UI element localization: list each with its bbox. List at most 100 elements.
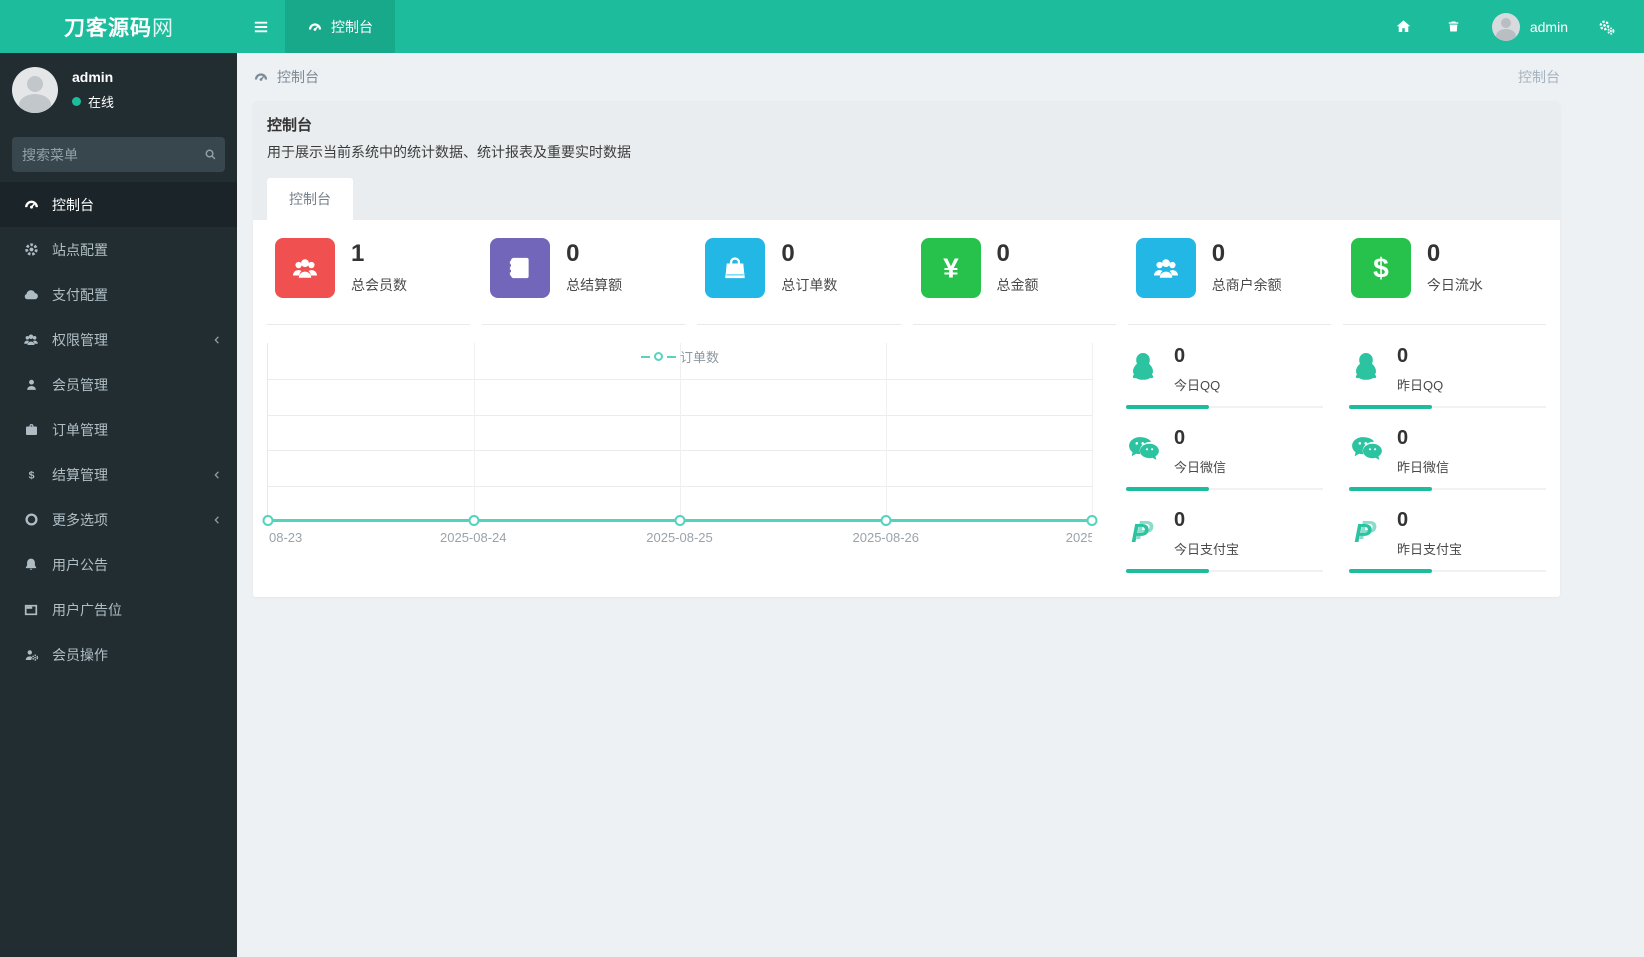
chart-x-axis-labels: 08-23 2025-08-24 2025-08-25 2025-08-26 2025-…	[267, 530, 1092, 552]
app-logo[interactable]: 刀客源码网	[0, 0, 237, 53]
sidebar-item[interactable]: 支付配置	[0, 272, 237, 317]
stat-label: 总商户余额	[1211, 277, 1282, 294]
stat-card: 0 总订单数	[697, 238, 901, 325]
sidebar-item-label: 用户广告位	[52, 601, 122, 618]
panel-header: 控制台 用于展示当前系统中的统计数据、统计报表及重要实时数据 控制台	[253, 101, 1560, 220]
legend-marker-icon	[653, 352, 663, 361]
sidebar: admin 在线 控制台 站点配置	[0, 53, 237, 957]
sidebar-item-label: 会员操作	[52, 646, 108, 663]
tab-dashboard[interactable]: 控制台	[267, 178, 353, 220]
ad-box-icon	[22, 602, 40, 618]
stat-label: 总结算额	[566, 277, 623, 294]
sidebar-item[interactable]: 订单管理	[0, 407, 237, 452]
x-axis-tick-label: 2025-08-24	[440, 530, 507, 545]
channel-stat-value: 0	[1397, 427, 1409, 449]
stat-value: 0	[1211, 239, 1226, 267]
search-input[interactable]	[22, 146, 203, 163]
channel-stats-grid: 0 今日QQ 0 昨日QQ 0 今日微信 0 昨日微信 P P 0 今日支付宝 …	[1126, 343, 1546, 573]
channel-stat-tile: PP 0 昨日支付宝	[1349, 507, 1546, 573]
online-status-dot	[72, 97, 81, 106]
channel-stat-tile: PP 0 今日支付宝	[1126, 507, 1323, 573]
breadcrumb-current[interactable]: 控制台	[253, 67, 319, 87]
menu-search-box	[12, 137, 225, 172]
sidebar-item-label: 用户公告	[52, 556, 108, 573]
channel-stat-bar	[1349, 487, 1546, 491]
search-icon[interactable]	[203, 147, 218, 162]
hamburger-icon	[252, 18, 270, 36]
clear-cache-button[interactable]	[1434, 0, 1474, 53]
channel-stat-label: 今日支付宝	[1174, 542, 1240, 557]
sidebar-item[interactable]: 控制台	[0, 182, 237, 227]
user-icon	[22, 377, 40, 393]
channel-stat-label: 今日微信	[1174, 460, 1227, 475]
stat-card: 1 总会员数	[267, 238, 471, 325]
sidebar-user-panel: admin 在线	[0, 53, 237, 129]
gauge-icon	[22, 196, 40, 213]
channel-stat-value: 0	[1174, 427, 1186, 449]
sidebar-item[interactable]: 权限管理	[0, 317, 237, 362]
dashboard-row: 订单数 08-23 2025-08-24 2025-08-25 2025-08-26 2…	[262, 343, 1546, 573]
qq-icon	[1126, 349, 1162, 385]
breadcrumb-trail[interactable]: 控制台	[1518, 67, 1560, 87]
home-button[interactable]	[1384, 0, 1424, 53]
sidebar-item-label: 站点配置	[52, 241, 108, 258]
dashboard-panel: 控制台 用于展示当前系统中的统计数据、统计报表及重要实时数据 控制台 1 总会员…	[253, 101, 1560, 597]
sidebar-item[interactable]: $ 结算管理	[0, 452, 237, 497]
x-axis-tick-label: 08-23	[269, 530, 303, 545]
topbar-actions: admin	[1384, 0, 1644, 53]
sidebar-toggle-button[interactable]	[237, 0, 285, 53]
paypal-icon: PP	[1126, 513, 1162, 549]
status-label: 在线	[88, 95, 115, 110]
breadcrumb-label: 控制台	[277, 69, 319, 85]
gauge-icon	[307, 19, 323, 35]
sidebar-item[interactable]: 更多选项	[0, 497, 237, 542]
sidebar-item-label: 权限管理	[52, 331, 108, 348]
stat-label: 总订单数	[781, 277, 838, 294]
settings-button[interactable]	[1586, 0, 1626, 53]
channel-stat-bar	[1126, 405, 1323, 409]
users-icon	[22, 331, 40, 348]
sidebar-item[interactable]: 会员操作	[0, 632, 237, 677]
sidebar-item[interactable]: 会员管理	[0, 362, 237, 407]
svg-text:$: $	[1373, 252, 1389, 283]
stat-cards-row: 1 总会员数 0 总结算额 0 总订单数 ¥ 0 总金额 0 总商户余额 $ 0…	[267, 238, 1547, 325]
users-white-icon	[1135, 238, 1196, 298]
stat-label: 总金额	[996, 277, 1039, 294]
topbar-user-name: admin	[1529, 18, 1568, 35]
channel-stat-bar	[1126, 487, 1323, 491]
app-logo-light: 网	[152, 16, 173, 40]
panel-body: 1 总会员数 0 总结算额 0 总订单数 ¥ 0 总金额 0 总商户余额 $ 0…	[253, 220, 1560, 597]
book-icon	[490, 238, 551, 298]
user-menu[interactable]: admin	[1484, 12, 1576, 41]
users-white-icon	[275, 238, 335, 298]
sidebar-item-label: 支付配置	[52, 286, 108, 303]
sidebar-item-label: 订单管理	[52, 421, 108, 438]
sidebar-user-status: 在线	[72, 92, 114, 111]
sidebar-item[interactable]: 站点配置	[0, 227, 237, 272]
shopping-bag-icon	[705, 238, 766, 298]
sidebar-menu: 控制台 站点配置 支付配置 权限管理 会员管理 订单管理 $ 结算管理 更多选项…	[0, 182, 237, 677]
topbar-tab-label: 控制台	[331, 18, 373, 35]
topbar-tab-dashboard[interactable]: 控制台	[285, 0, 395, 53]
briefcase-icon	[22, 422, 40, 438]
chart-plot-area: 订单数	[262, 343, 1098, 526]
channel-stat-tile: 0 今日QQ	[1126, 343, 1323, 409]
channel-stat-label: 昨日QQ	[1397, 378, 1444, 393]
avatar	[1491, 12, 1520, 41]
x-axis-tick-label: 2025-08-26	[852, 530, 920, 545]
legend-label: 订单数	[679, 350, 720, 365]
gears-icon	[1597, 18, 1616, 36]
sidebar-item[interactable]: 用户广告位	[0, 587, 237, 632]
channel-stat-value: 0	[1397, 509, 1409, 531]
chevron-left-icon	[211, 469, 223, 481]
home-icon	[1395, 18, 1412, 35]
stat-value: 0	[1426, 239, 1441, 267]
stat-value: 1	[351, 239, 365, 267]
chart-legend[interactable]: 订单数	[640, 347, 720, 366]
sidebar-item[interactable]: 用户公告	[0, 542, 237, 587]
circle-o-icon	[22, 511, 40, 528]
avatar	[12, 67, 58, 113]
qq-icon	[1349, 349, 1385, 385]
wechat-icon	[1126, 431, 1162, 467]
